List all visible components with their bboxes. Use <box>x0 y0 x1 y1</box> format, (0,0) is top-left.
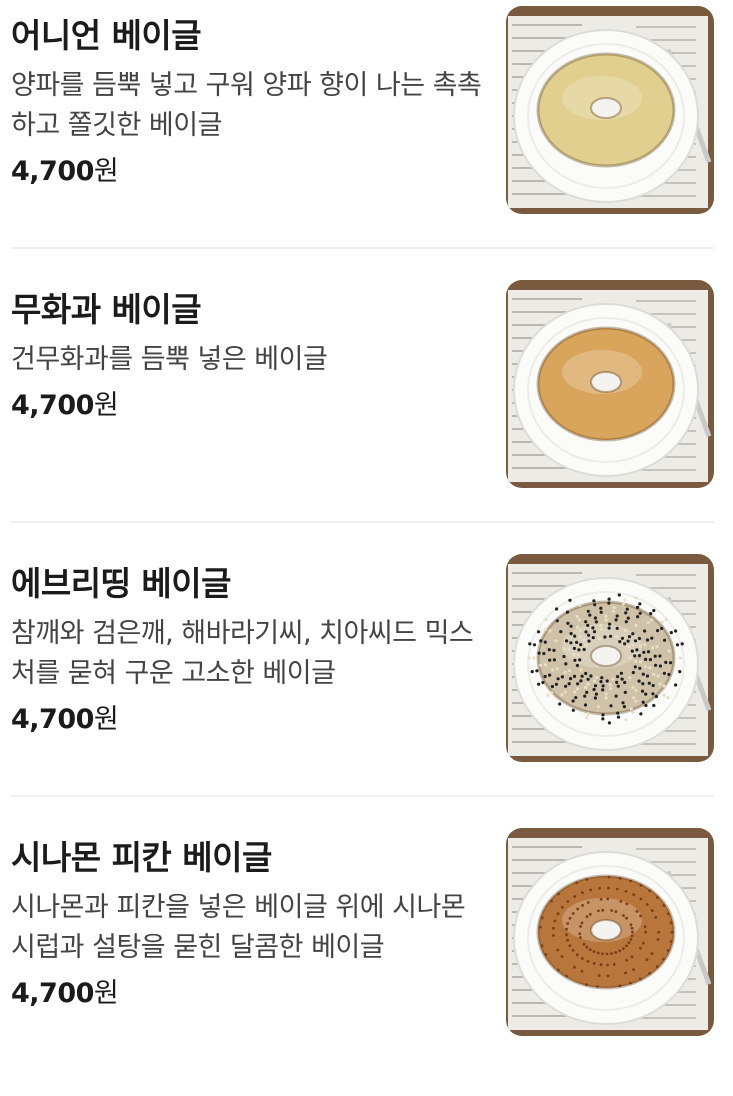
menu-item-title: 에브리띵 베이글 <box>11 564 232 603</box>
menu-item-price: 4,700원 <box>11 974 486 1014</box>
menu-item-title: 무화과 베이글 <box>11 290 202 329</box>
menu-item-cinnamon-pecan-bagel[interactable]: 시나몬 피칸 베이글 시나몬과 피칸을 넣은 베이글 위에 시나몬 시럽과 설탕… <box>0 822 733 1096</box>
cinnamon-pecan-bagel-photo[interactable] <box>506 828 714 1036</box>
onion-bagel-photo[interactable] <box>506 6 714 214</box>
price-currency: 원 <box>93 704 119 735</box>
bagel-illustration <box>506 280 714 488</box>
price-amount: 4,700 <box>11 704 94 735</box>
price-currency: 원 <box>93 978 119 1009</box>
menu-item-price: 4,700원 <box>11 152 486 192</box>
menu-item-price: 4,700원 <box>11 386 486 426</box>
menu-item-description: 참깨와 검은깨, 해바라기씨, 치아씨드 믹스처를 묻혀 구운 고소한 베이글 <box>11 618 474 689</box>
menu-item-description: 양파를 듬뿍 넣고 구워 양파 향이 나는 촉촉하고 쫄깃한 베이글 <box>11 70 482 141</box>
divider <box>11 795 714 797</box>
price-amount: 4,700 <box>11 390 94 421</box>
bagel-illustration <box>506 828 714 1036</box>
price-currency: 원 <box>93 390 119 421</box>
price-amount: 4,700 <box>11 156 94 187</box>
menu-item-text: 어니언 베이글 양파를 듬뿍 넣고 구워 양파 향이 나는 촉촉하고 쫄깃한 베… <box>11 14 486 192</box>
divider <box>11 521 714 523</box>
menu-item-description: 시나몬과 피칸을 넣은 베이글 위에 시나몬 시럽과 설탕을 묻힌 달콤한 베이… <box>11 892 466 963</box>
menu-item-text: 에브리띵 베이글 참깨와 검은깨, 해바라기씨, 치아씨드 믹스처를 묻혀 구운… <box>11 562 486 740</box>
divider <box>11 247 714 249</box>
menu-item-description: 건무화과를 듬뿍 넣은 베이글 <box>11 344 328 375</box>
menu-item-title: 시나몬 피칸 베이글 <box>11 838 272 877</box>
menu-item-text: 시나몬 피칸 베이글 시나몬과 피칸을 넣은 베이글 위에 시나몬 시럽과 설탕… <box>11 836 486 1014</box>
menu-item-price: 4,700원 <box>11 700 486 740</box>
price-amount: 4,700 <box>11 978 94 1009</box>
menu-item-text: 무화과 베이글 건무화과를 듬뿍 넣은 베이글 4,700원 <box>11 288 486 426</box>
menu-item-fig-bagel[interactable]: 무화과 베이글 건무화과를 듬뿍 넣은 베이글 4,700원 <box>0 274 733 548</box>
price-currency: 원 <box>93 156 119 187</box>
fig-bagel-photo[interactable] <box>506 280 714 488</box>
menu-list: 어니언 베이글 양파를 듬뿍 넣고 구워 양파 향이 나는 촉촉하고 쫄깃한 베… <box>0 0 733 1096</box>
menu-item-onion-bagel[interactable]: 어니언 베이글 양파를 듬뿍 넣고 구워 양파 향이 나는 촉촉하고 쫄깃한 베… <box>0 0 733 274</box>
everything-bagel-photo[interactable] <box>506 554 714 762</box>
menu-item-title: 어니언 베이글 <box>11 16 202 55</box>
bagel-illustration <box>506 554 714 762</box>
bagel-illustration <box>506 6 714 214</box>
menu-item-everything-bagel[interactable]: 에브리띵 베이글 참깨와 검은깨, 해바라기씨, 치아씨드 믹스처를 묻혀 구운… <box>0 548 733 822</box>
